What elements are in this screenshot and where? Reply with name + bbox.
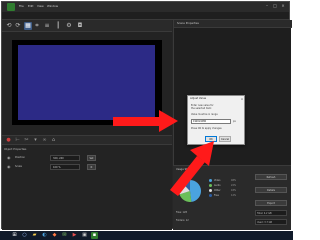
- annotation-arrows: [113, 110, 214, 196]
- mail-icon[interactable]: ✉: [61, 232, 68, 239]
- store-icon[interactable]: ◆: [51, 232, 58, 239]
- arrow-to-dialog-input: [113, 110, 178, 132]
- media-icon[interactable]: ▶: [71, 232, 78, 239]
- folder-icon[interactable]: ▰: [31, 232, 38, 239]
- app-icon[interactable]: ▣: [81, 232, 88, 239]
- search-icon[interactable]: ○: [21, 232, 28, 239]
- edge-icon[interactable]: ◐: [41, 232, 48, 239]
- active-app-icon[interactable]: ▪: [91, 232, 98, 239]
- start-icon[interactable]: ⊞: [11, 232, 18, 239]
- screenshot-root: File Edit View Window – □ × ⟲ ⟳ ▦ ⌗ ≡ ┃ …: [0, 0, 293, 240]
- arrow-to-ok-button: [170, 141, 214, 196]
- taskbar: ⊞ ○ ▰ ◐ ◆ ✉ ▶ ▣ ▪: [0, 231, 293, 240]
